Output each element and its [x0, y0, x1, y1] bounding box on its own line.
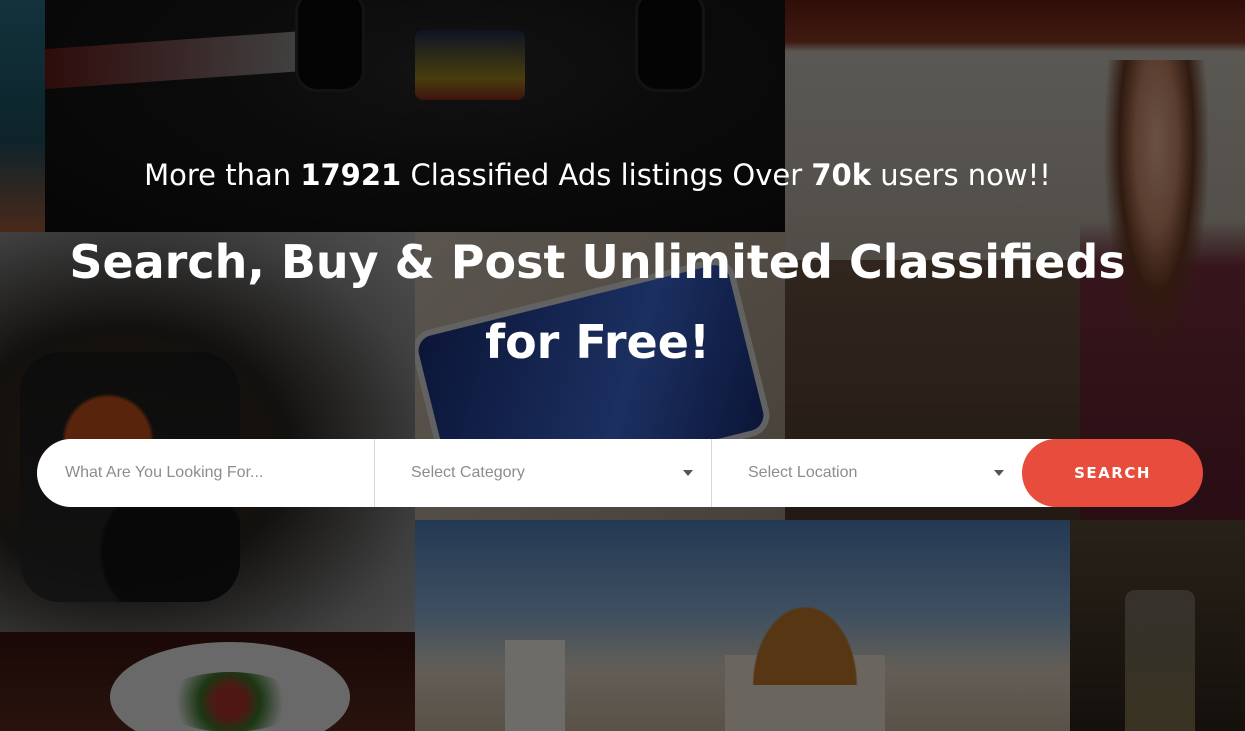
- tagline-middle: Classified Ads listings Over: [401, 158, 812, 192]
- keyword-field: [37, 439, 375, 507]
- keyword-search-input[interactable]: [63, 463, 357, 483]
- hero-headline: Search, Buy & Post Unlimited Classifieds…: [0, 222, 1245, 382]
- hero-tagline: More than 17921 Classified Ads listings …: [0, 158, 1245, 192]
- search-button[interactable]: SEARCH: [1022, 439, 1203, 507]
- users-count: 70k: [811, 158, 871, 192]
- location-select-value: Select Location: [748, 464, 858, 481]
- search-form: Select Category Select Location SEARCH: [37, 439, 1203, 507]
- location-select[interactable]: Select Location: [712, 439, 1022, 507]
- listings-count: 17921: [300, 158, 402, 192]
- category-select[interactable]: Select Category: [375, 439, 712, 507]
- caret-down-icon: [683, 470, 693, 476]
- category-select-value: Select Category: [411, 464, 525, 481]
- hero-section: More than 17921 Classified Ads listings …: [0, 0, 1245, 731]
- headline-line-1: Search, Buy & Post Unlimited Classifieds: [69, 235, 1126, 289]
- search-box: Select Category Select Location: [37, 439, 1057, 507]
- tagline-suffix: users now!!: [871, 158, 1051, 192]
- headline-line-2: for Free!: [485, 315, 710, 369]
- tagline-prefix: More than: [144, 158, 301, 192]
- caret-down-icon: [994, 470, 1004, 476]
